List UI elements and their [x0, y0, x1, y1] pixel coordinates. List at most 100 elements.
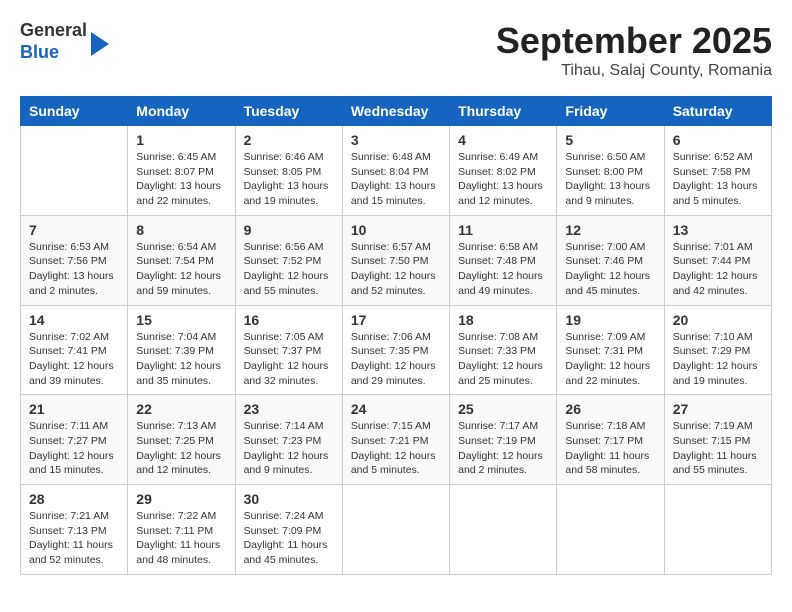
calendar-cell: 22Sunrise: 7:13 AMSunset: 7:25 PMDayligh… — [128, 395, 235, 485]
day-number: 17 — [351, 312, 441, 328]
day-info: Sunrise: 6:56 AMSunset: 7:52 PMDaylight:… — [244, 240, 334, 299]
day-number: 5 — [565, 132, 655, 148]
day-info: Sunrise: 7:18 AMSunset: 7:17 PMDaylight:… — [565, 419, 655, 478]
calendar-cell: 27Sunrise: 7:19 AMSunset: 7:15 PMDayligh… — [664, 395, 771, 485]
calendar-cell: 3 Sunrise: 6:48 AMSunset: 8:04 PMDaylight… — [342, 126, 449, 216]
calendar-week-row: 21Sunrise: 7:11 AMSunset: 7:27 PMDayligh… — [21, 395, 772, 485]
day-number: 8 — [136, 222, 226, 238]
day-info: Sunrise: 7:06 AMSunset: 7:35 PMDaylight:… — [351, 330, 441, 389]
calendar-cell: 29 Sunrise: 7:22 AMSunset: 7:11 PMDayligh… — [128, 485, 235, 575]
logo: General Blue — [20, 20, 109, 63]
col-header-sunday: Sunday — [21, 97, 128, 126]
day-info: Sunrise: 7:21 AMSunset: 7:13 PMDaylight:… — [29, 509, 119, 568]
day-info: Sunrise: 7:05 AMSunset: 7:37 PMDaylight:… — [244, 330, 334, 389]
calendar-cell: 8 Sunrise: 6:54 AMSunset: 7:54 PMDaylight… — [128, 215, 235, 305]
day-number: 23 — [244, 401, 334, 417]
col-header-wednesday: Wednesday — [342, 97, 449, 126]
logo-arrow-icon — [91, 32, 109, 56]
calendar-cell: 11Sunrise: 6:58 AMSunset: 7:48 PMDayligh… — [450, 215, 557, 305]
day-info: Sunrise: 6:54 AMSunset: 7:54 PMDaylight:… — [136, 240, 226, 299]
day-number: 15 — [136, 312, 226, 328]
col-header-thursday: Thursday — [450, 97, 557, 126]
day-number: 28 — [29, 491, 119, 507]
calendar-cell — [664, 485, 771, 575]
calendar-cell: 5 Sunrise: 6:50 AMSunset: 8:00 PMDaylight… — [557, 126, 664, 216]
day-number: 10 — [351, 222, 441, 238]
day-info: Sunrise: 7:01 AMSunset: 7:44 PMDaylight:… — [673, 240, 763, 299]
day-number: 25 — [458, 401, 548, 417]
calendar-cell: 18 Sunrise: 7:08 AMSunset: 7:33 PMDayligh… — [450, 305, 557, 395]
calendar-cell: 25Sunrise: 7:17 AMSunset: 7:19 PMDayligh… — [450, 395, 557, 485]
calendar-cell: 16 Sunrise: 7:05 AMSunset: 7:37 PMDayligh… — [235, 305, 342, 395]
calendar-cell: 6 Sunrise: 6:52 AMSunset: 7:58 PMDaylight… — [664, 126, 771, 216]
location-subtitle: Tihau, Salaj County, Romania — [496, 62, 772, 80]
logo-line2: Blue — [20, 42, 87, 64]
calendar-cell: 26 Sunrise: 7:18 AMSunset: 7:17 PMDayligh… — [557, 395, 664, 485]
col-header-tuesday: Tuesday — [235, 97, 342, 126]
calendar-cell: 9 Sunrise: 6:56 AMSunset: 7:52 PMDaylight… — [235, 215, 342, 305]
calendar-cell: 4 Sunrise: 6:49 AMSunset: 8:02 PMDaylight… — [450, 126, 557, 216]
day-info: Sunrise: 6:48 AMSunset: 8:04 PMDaylight:… — [351, 150, 441, 209]
calendar-cell: 20 Sunrise: 7:10 AMSunset: 7:29 PMDayligh… — [664, 305, 771, 395]
day-info: Sunrise: 6:53 AMSunset: 7:56 PMDaylight:… — [29, 240, 119, 299]
col-header-monday: Monday — [128, 97, 235, 126]
calendar-week-row: 7Sunrise: 6:53 AMSunset: 7:56 PMDaylight… — [21, 215, 772, 305]
day-info: Sunrise: 6:45 AMSunset: 8:07 PMDaylight:… — [136, 150, 226, 209]
day-number: 9 — [244, 222, 334, 238]
calendar-cell: 28 Sunrise: 7:21 AMSunset: 7:13 PMDayligh… — [21, 485, 128, 575]
calendar-week-row: 1Sunrise: 6:45 AMSunset: 8:07 PMDaylight… — [21, 126, 772, 216]
day-number: 12 — [565, 222, 655, 238]
day-number: 22 — [136, 401, 226, 417]
logo-line1: General — [20, 20, 87, 42]
day-number: 19 — [565, 312, 655, 328]
calendar-cell: 14Sunrise: 7:02 AMSunset: 7:41 PMDayligh… — [21, 305, 128, 395]
day-info: Sunrise: 6:57 AMSunset: 7:50 PMDaylight:… — [351, 240, 441, 299]
day-info: Sunrise: 7:08 AMSunset: 7:33 PMDaylight:… — [458, 330, 548, 389]
col-header-friday: Friday — [557, 97, 664, 126]
day-info: Sunrise: 7:14 AMSunset: 7:23 PMDaylight:… — [244, 419, 334, 478]
calendar-header-row: SundayMondayTuesdayWednesdayThursdayFrid… — [21, 97, 772, 126]
day-number: 2 — [244, 132, 334, 148]
calendar-cell: 2 Sunrise: 6:46 AMSunset: 8:05 PMDaylight… — [235, 126, 342, 216]
calendar-cell: 13 Sunrise: 7:01 AMSunset: 7:44 PMDayligh… — [664, 215, 771, 305]
calendar-table: SundayMondayTuesdayWednesdayThursdayFrid… — [20, 96, 772, 575]
day-info: Sunrise: 7:00 AMSunset: 7:46 PMDaylight:… — [565, 240, 655, 299]
calendar-cell: 15 Sunrise: 7:04 AMSunset: 7:39 PMDayligh… — [128, 305, 235, 395]
day-info: Sunrise: 7:24 AMSunset: 7:09 PMDaylight:… — [244, 509, 334, 568]
day-number: 6 — [673, 132, 763, 148]
day-info: Sunrise: 7:04 AMSunset: 7:39 PMDaylight:… — [136, 330, 226, 389]
day-info: Sunrise: 6:49 AMSunset: 8:02 PMDaylight:… — [458, 150, 548, 209]
day-info: Sunrise: 7:09 AMSunset: 7:31 PMDaylight:… — [565, 330, 655, 389]
calendar-cell: 23 Sunrise: 7:14 AMSunset: 7:23 PMDayligh… — [235, 395, 342, 485]
calendar-cell: 7Sunrise: 6:53 AMSunset: 7:56 PMDaylight… — [21, 215, 128, 305]
calendar-cell: 19 Sunrise: 7:09 AMSunset: 7:31 PMDayligh… — [557, 305, 664, 395]
day-number: 16 — [244, 312, 334, 328]
day-number: 3 — [351, 132, 441, 148]
day-number: 4 — [458, 132, 548, 148]
day-info: Sunrise: 7:11 AMSunset: 7:27 PMDaylight:… — [29, 419, 119, 478]
day-number: 29 — [136, 491, 226, 507]
day-number: 13 — [673, 222, 763, 238]
calendar-cell: 1Sunrise: 6:45 AMSunset: 8:07 PMDaylight… — [128, 126, 235, 216]
title-block: September 2025 Tihau, Salaj County, Roma… — [496, 20, 772, 80]
calendar-week-row: 28 Sunrise: 7:21 AMSunset: 7:13 PMDayligh… — [21, 485, 772, 575]
day-info: Sunrise: 7:22 AMSunset: 7:11 PMDaylight:… — [136, 509, 226, 568]
calendar-cell: 10 Sunrise: 6:57 AMSunset: 7:50 PMDayligh… — [342, 215, 449, 305]
calendar-cell — [450, 485, 557, 575]
day-number: 27 — [673, 401, 763, 417]
col-header-saturday: Saturday — [664, 97, 771, 126]
day-info: Sunrise: 7:10 AMSunset: 7:29 PMDaylight:… — [673, 330, 763, 389]
calendar-week-row: 14Sunrise: 7:02 AMSunset: 7:41 PMDayligh… — [21, 305, 772, 395]
day-number: 26 — [565, 401, 655, 417]
day-info: Sunrise: 6:52 AMSunset: 7:58 PMDaylight:… — [673, 150, 763, 209]
day-info: Sunrise: 6:50 AMSunset: 8:00 PMDaylight:… — [565, 150, 655, 209]
day-info: Sunrise: 6:58 AMSunset: 7:48 PMDaylight:… — [458, 240, 548, 299]
calendar-cell: 12 Sunrise: 7:00 AMSunset: 7:46 PMDayligh… — [557, 215, 664, 305]
day-number: 20 — [673, 312, 763, 328]
day-number: 24 — [351, 401, 441, 417]
day-info: Sunrise: 6:46 AMSunset: 8:05 PMDaylight:… — [244, 150, 334, 209]
day-info: Sunrise: 7:02 AMSunset: 7:41 PMDaylight:… — [29, 330, 119, 389]
calendar-cell: 21Sunrise: 7:11 AMSunset: 7:27 PMDayligh… — [21, 395, 128, 485]
day-number: 18 — [458, 312, 548, 328]
calendar-cell: 24Sunrise: 7:15 AMSunset: 7:21 PMDayligh… — [342, 395, 449, 485]
